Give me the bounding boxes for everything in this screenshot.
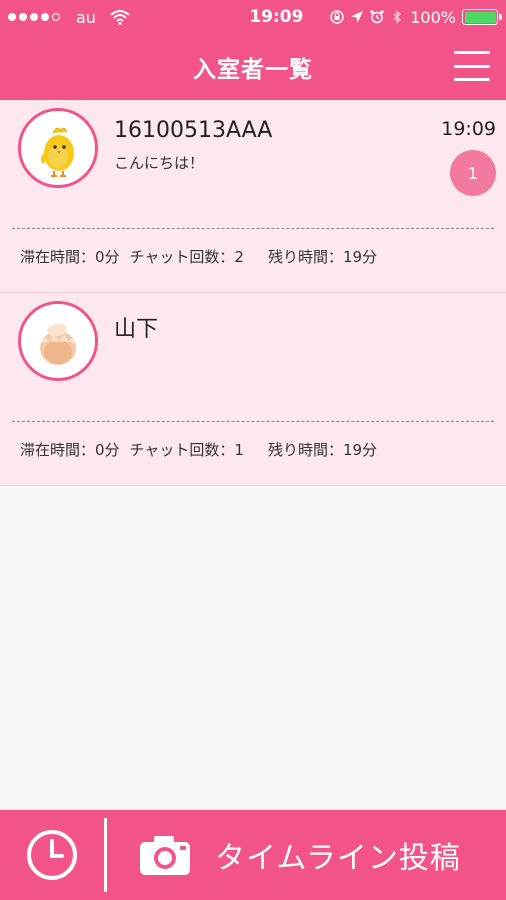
hamburger-menu-icon[interactable] bbox=[454, 51, 490, 81]
signal-strength-icon bbox=[8, 13, 60, 21]
unread-badge: 1 bbox=[450, 150, 496, 196]
dashed-divider bbox=[12, 228, 494, 229]
orientation-lock-icon bbox=[330, 10, 344, 24]
location-arrow-icon bbox=[351, 11, 364, 23]
last-message: こんにちは！ bbox=[114, 154, 205, 172]
remaining-time: 残り時間：19分 bbox=[267, 441, 378, 459]
status-time: 19:09 bbox=[249, 7, 304, 27]
wifi-icon bbox=[110, 10, 130, 25]
timeline-post-label: タイムライン投稿 bbox=[215, 841, 461, 876]
stay-duration: 滞在時間：0分 bbox=[20, 441, 120, 459]
status-right: 100% bbox=[330, 7, 502, 27]
alarm-icon bbox=[370, 10, 384, 24]
bottom-bar: タイムライン投稿 bbox=[0, 810, 506, 900]
room-name: 16100513AAA bbox=[114, 118, 273, 143]
status-left: au bbox=[8, 8, 175, 27]
timeline-post-button[interactable]: タイムライン投稿 bbox=[107, 810, 506, 900]
battery-icon bbox=[462, 9, 502, 25]
list-item[interactable]: 山下 滞在時間：0分 チャット回数：1 残り時間：19分 bbox=[0, 293, 506, 486]
room-stats: 滞在時間：0分 チャット回数：2 残り時間：19分 bbox=[20, 246, 387, 267]
room-stats: 滞在時間：0分 チャット回数：1 残り時間：19分 bbox=[20, 439, 387, 460]
stay-duration: 滞在時間：0分 bbox=[20, 248, 120, 266]
remaining-time: 残り時間：19分 bbox=[267, 248, 378, 266]
chick-avatar-icon[interactable] bbox=[18, 108, 98, 188]
egg-avatar-icon[interactable] bbox=[18, 301, 98, 381]
chat-count: チャット回数：2 bbox=[129, 248, 244, 266]
header: 入室者一覧 bbox=[0, 34, 506, 100]
room-name: 山下 bbox=[114, 317, 159, 342]
bluetooth-icon bbox=[393, 10, 402, 24]
chat-count: チャット回数：1 bbox=[129, 441, 244, 459]
carrier-label: au bbox=[76, 7, 96, 27]
list-item[interactable]: 16100513AAA こんにちは！ 19:09 1 滞在時間：0分 チャット回… bbox=[0, 100, 506, 293]
status-bar: au 19:09 100% bbox=[0, 0, 506, 34]
clock-button[interactable] bbox=[0, 810, 104, 900]
room-list: 16100513AAA こんにちは！ 19:09 1 滞在時間：0分 チャット回… bbox=[0, 100, 506, 486]
battery-fill bbox=[464, 11, 496, 23]
camera-icon bbox=[140, 836, 190, 875]
page-title: 入室者一覧 bbox=[193, 57, 313, 83]
clock-icon bbox=[27, 830, 77, 880]
dashed-divider bbox=[12, 421, 494, 422]
battery-percent: 100% bbox=[410, 7, 456, 27]
message-time: 19:09 bbox=[441, 118, 496, 140]
